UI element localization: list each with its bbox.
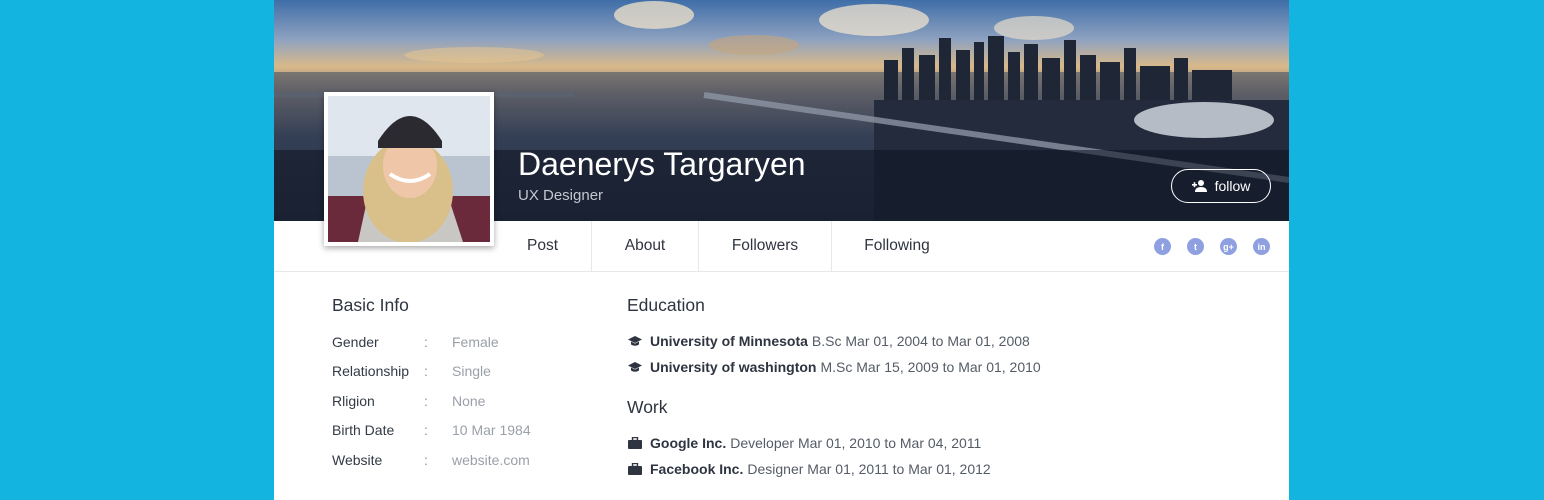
info-row-religion: Rligion : None xyxy=(332,393,485,409)
tab-post[interactable]: Post xyxy=(494,221,592,271)
work-item: Google Inc. Developer Mar 01, 2010 to Ma… xyxy=(628,435,981,451)
info-row-birth-date: Birth Date : 10 Mar 1984 xyxy=(332,422,531,438)
info-separator: : xyxy=(424,393,428,409)
info-row-gender: Gender : Female xyxy=(332,334,499,350)
education-detail: M.Sc Mar 15, 2009 to Mar 01, 2010 xyxy=(820,359,1041,375)
info-separator: : xyxy=(424,334,428,350)
work-company: Google Inc. xyxy=(650,435,727,451)
graduation-cap-icon xyxy=(628,361,650,373)
tabs-divider xyxy=(274,271,1289,272)
info-label: Relationship xyxy=(332,363,410,379)
work-detail: Designer Mar 01, 2011 to Mar 01, 2012 xyxy=(747,461,991,477)
follow-button-label: follow xyxy=(1214,178,1251,194)
profile-name: Daenerys Targaryen xyxy=(518,146,806,182)
info-label: Rligion xyxy=(332,393,375,409)
education-detail: B.Sc Mar 01, 2004 to Mar 01, 2008 xyxy=(811,333,1030,349)
twitter-icon[interactable]: t xyxy=(1187,238,1204,255)
tab-about[interactable]: About xyxy=(592,221,699,271)
info-separator: : xyxy=(424,452,428,468)
graduation-cap-icon xyxy=(628,335,650,347)
education-item: University of washington M.Sc Mar 15, 20… xyxy=(628,359,1041,375)
education-item: University of Minnesota B.Sc Mar 01, 200… xyxy=(628,333,1030,349)
briefcase-icon xyxy=(628,437,650,449)
follow-button[interactable]: follow xyxy=(1171,169,1271,203)
info-value: None xyxy=(452,393,486,409)
info-separator: : xyxy=(424,422,428,438)
work-title: Work xyxy=(627,397,668,417)
work-detail: Developer Mar 01, 2010 to Mar 04, 2011 xyxy=(730,435,982,451)
info-label: Website xyxy=(332,452,383,468)
info-label: Birth Date xyxy=(332,422,395,438)
linkedin-icon[interactable]: in xyxy=(1253,238,1270,255)
info-value: 10 Mar 1984 xyxy=(452,422,531,438)
profile-role: UX Designer xyxy=(518,187,604,204)
education-title: Education xyxy=(627,295,705,315)
info-value[interactable]: website.com xyxy=(452,452,530,468)
tab-following[interactable]: Following xyxy=(832,221,962,271)
tab-followers[interactable]: Followers xyxy=(699,221,832,271)
facebook-icon[interactable]: f xyxy=(1154,238,1171,255)
education-school: University of Minnesota xyxy=(650,333,808,349)
basic-info-title: Basic Info xyxy=(332,295,409,315)
info-value: Single xyxy=(452,363,491,379)
google-plus-icon[interactable]: g+ xyxy=(1220,238,1237,255)
info-value: Female xyxy=(452,334,499,350)
info-label: Gender xyxy=(332,334,379,350)
info-separator: : xyxy=(424,363,428,379)
profile-tabs: Post About Followers Following xyxy=(494,221,962,271)
work-item: Facebook Inc. Designer Mar 01, 2011 to M… xyxy=(628,461,991,477)
education-school: University of washington xyxy=(650,359,817,375)
social-links: f t g+ in xyxy=(1154,238,1270,255)
profile-avatar[interactable] xyxy=(324,92,494,246)
info-row-website: Website : website.com xyxy=(332,452,530,468)
briefcase-icon xyxy=(628,463,650,475)
add-person-icon xyxy=(1191,180,1207,192)
work-company: Facebook Inc. xyxy=(650,461,744,477)
profile-card: Daenerys Targaryen UX Designer follow Po… xyxy=(274,0,1289,500)
info-row-relationship: Relationship : Single xyxy=(332,363,491,379)
